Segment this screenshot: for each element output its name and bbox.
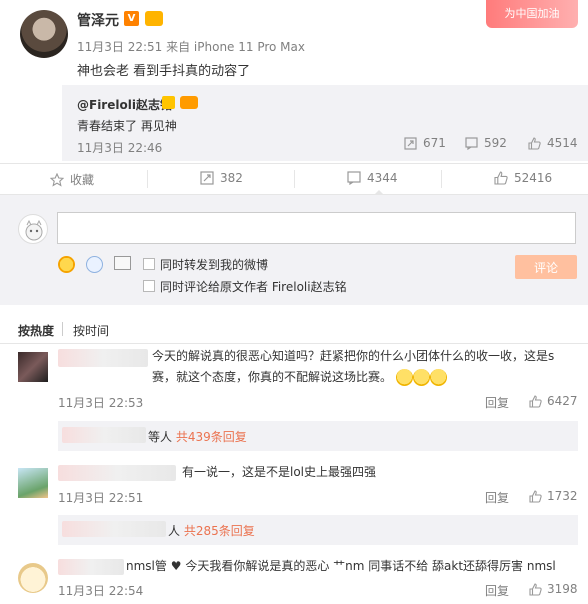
comment-time: 11月3日 22:53 <box>58 396 144 410</box>
like-count: 52416 <box>514 171 553 185</box>
repost-time[interactable]: 11月3日 22:46 <box>77 139 162 156</box>
forward-checkbox-label: 同时转发到我的微博 <box>160 258 269 272</box>
comment-icon <box>465 136 478 150</box>
gif-icon[interactable] <box>86 256 103 273</box>
sort-time-tab[interactable]: 按时间 <box>73 322 109 339</box>
blurred-username <box>58 559 124 575</box>
forward-button[interactable]: 382 <box>200 171 243 185</box>
comment-like-count: 6427 <box>547 394 578 408</box>
author-name[interactable]: 管泽元 <box>77 10 119 30</box>
favorite-button[interactable]: 收藏 <box>50 171 94 188</box>
author-avatar[interactable] <box>20 10 68 58</box>
like-button[interactable]: 52416 <box>494 171 552 185</box>
repost-icon <box>200 171 214 185</box>
post-text: 神也会老 看到手抖真的动容了 <box>77 64 251 79</box>
favorite-label: 收藏 <box>70 173 95 187</box>
thumbs-up-icon <box>494 171 508 185</box>
action-divider <box>147 170 148 188</box>
commenter-avatar[interactable] <box>18 352 48 382</box>
comment-count: 4344 <box>367 171 398 185</box>
reply-button[interactable]: 回复 <box>485 582 509 599</box>
thumbs-up-icon <box>529 582 542 596</box>
default-avatar-icon <box>25 219 43 241</box>
repost-likes[interactable]: 4514 <box>528 136 578 150</box>
blurred-subreply-users <box>62 427 146 443</box>
action-divider <box>441 170 442 188</box>
subreply-prefix: 等人 <box>148 430 173 444</box>
commenter-avatar[interactable] <box>18 563 48 593</box>
comment-time: 11月3日 22:51 <box>58 491 144 505</box>
blurred-username <box>58 465 176 481</box>
repost-likes-count: 4514 <box>547 136 578 150</box>
comment-text-content: 今天的解说真的很恶心知道吗？赶紧把你的什么小团体什么的收一收，这是s赛，就这个态… <box>152 349 555 384</box>
thumbs-up-icon <box>529 489 542 503</box>
submit-comment-button[interactable]: 评论 <box>515 255 577 279</box>
repost-vip-icon <box>180 96 198 109</box>
repost-icon <box>404 136 417 150</box>
verified-icon: V <box>124 11 139 26</box>
comment-original-label: 同时评论给原文作者 Fireloli赵志铭 <box>160 280 347 294</box>
comment-like-button[interactable]: 6427 <box>529 394 578 408</box>
subreply-prefix: 人 <box>168 524 181 538</box>
smile-emoji-icon <box>412 369 430 386</box>
vip-badge-icon <box>145 11 163 26</box>
comment-like-count: 3198 <box>547 582 578 596</box>
comment-time: 11月3日 22:54 <box>58 584 144 598</box>
comment-icon <box>347 171 361 185</box>
comment-original-checkbox[interactable] <box>143 280 155 292</box>
comment-text: nmsl管 ♥ 今天我看你解说是真的恶心 艹nm 同事话不给 舔akt还舔得厉害… <box>126 556 556 577</box>
my-avatar <box>18 214 48 244</box>
comment-username-suffix: nmsl管 <box>126 559 167 573</box>
forward-checkbox[interactable] <box>143 258 155 270</box>
repost-reposts[interactable]: 671 <box>404 136 446 150</box>
heart-icon: ♥ <box>170 559 182 573</box>
sort-hot-tab[interactable]: 按热度 <box>18 322 54 339</box>
star-icon <box>50 172 64 187</box>
blurred-subreply-users <box>62 521 166 537</box>
corner-ad-banner[interactable]: 为中国加油 <box>486 0 578 28</box>
repost-comments-count: 592 <box>484 136 507 150</box>
subreply-summary[interactable]: 人 共285条回复 <box>168 522 255 539</box>
smile-emoji-icon <box>429 369 447 386</box>
image-icon[interactable] <box>114 256 131 270</box>
thumbs-up-icon <box>528 136 541 150</box>
sort-underline <box>0 343 588 344</box>
repost-verified-icon <box>162 96 175 109</box>
forward-count: 382 <box>220 171 243 185</box>
comment-like-count: 1732 <box>547 489 578 503</box>
repost-reposts-count: 671 <box>423 136 446 150</box>
comment-input[interactable] <box>57 212 576 244</box>
comment-text-content: 今天我看你解说是真的恶心 艹nm 同事话不给 舔akt还舔得厉害 nmsl <box>185 559 556 573</box>
commenter-avatar[interactable] <box>18 468 48 498</box>
subreply-count-link[interactable]: 共439条回复 <box>176 430 247 444</box>
thumbs-up-icon <box>529 394 542 408</box>
smile-emoji-icon <box>395 369 413 386</box>
comment-text: 有一说一，这是不是lol史上最强四强 <box>182 465 377 479</box>
blurred-username <box>58 349 148 367</box>
reply-button[interactable]: 回复 <box>485 394 509 411</box>
comment-like-button[interactable]: 3198 <box>529 582 578 596</box>
subreply-count-link[interactable]: 共285条回复 <box>184 524 255 538</box>
comment-like-button[interactable]: 1732 <box>529 489 578 503</box>
action-divider <box>294 170 295 188</box>
sort-divider <box>62 322 63 336</box>
post-meta: 11月3日 22:51 来自 iPhone 11 Pro Max <box>77 40 305 54</box>
comment-text: 今天的解说真的很恶心知道吗？赶紧把你的什么小团体什么的收一收，这是s赛，就这个态… <box>152 346 572 388</box>
subreply-summary[interactable]: 等人 共439条回复 <box>148 428 247 445</box>
comment-button[interactable]: 4344 <box>347 171 398 185</box>
reply-button[interactable]: 回复 <box>485 489 509 506</box>
repost-author[interactable]: @Fireloli赵志铭 <box>77 96 172 113</box>
emoji-icon[interactable] <box>58 256 75 273</box>
repost-text: 青春结束了 再见神 <box>77 119 177 133</box>
repost-comments[interactable]: 592 <box>465 136 507 150</box>
